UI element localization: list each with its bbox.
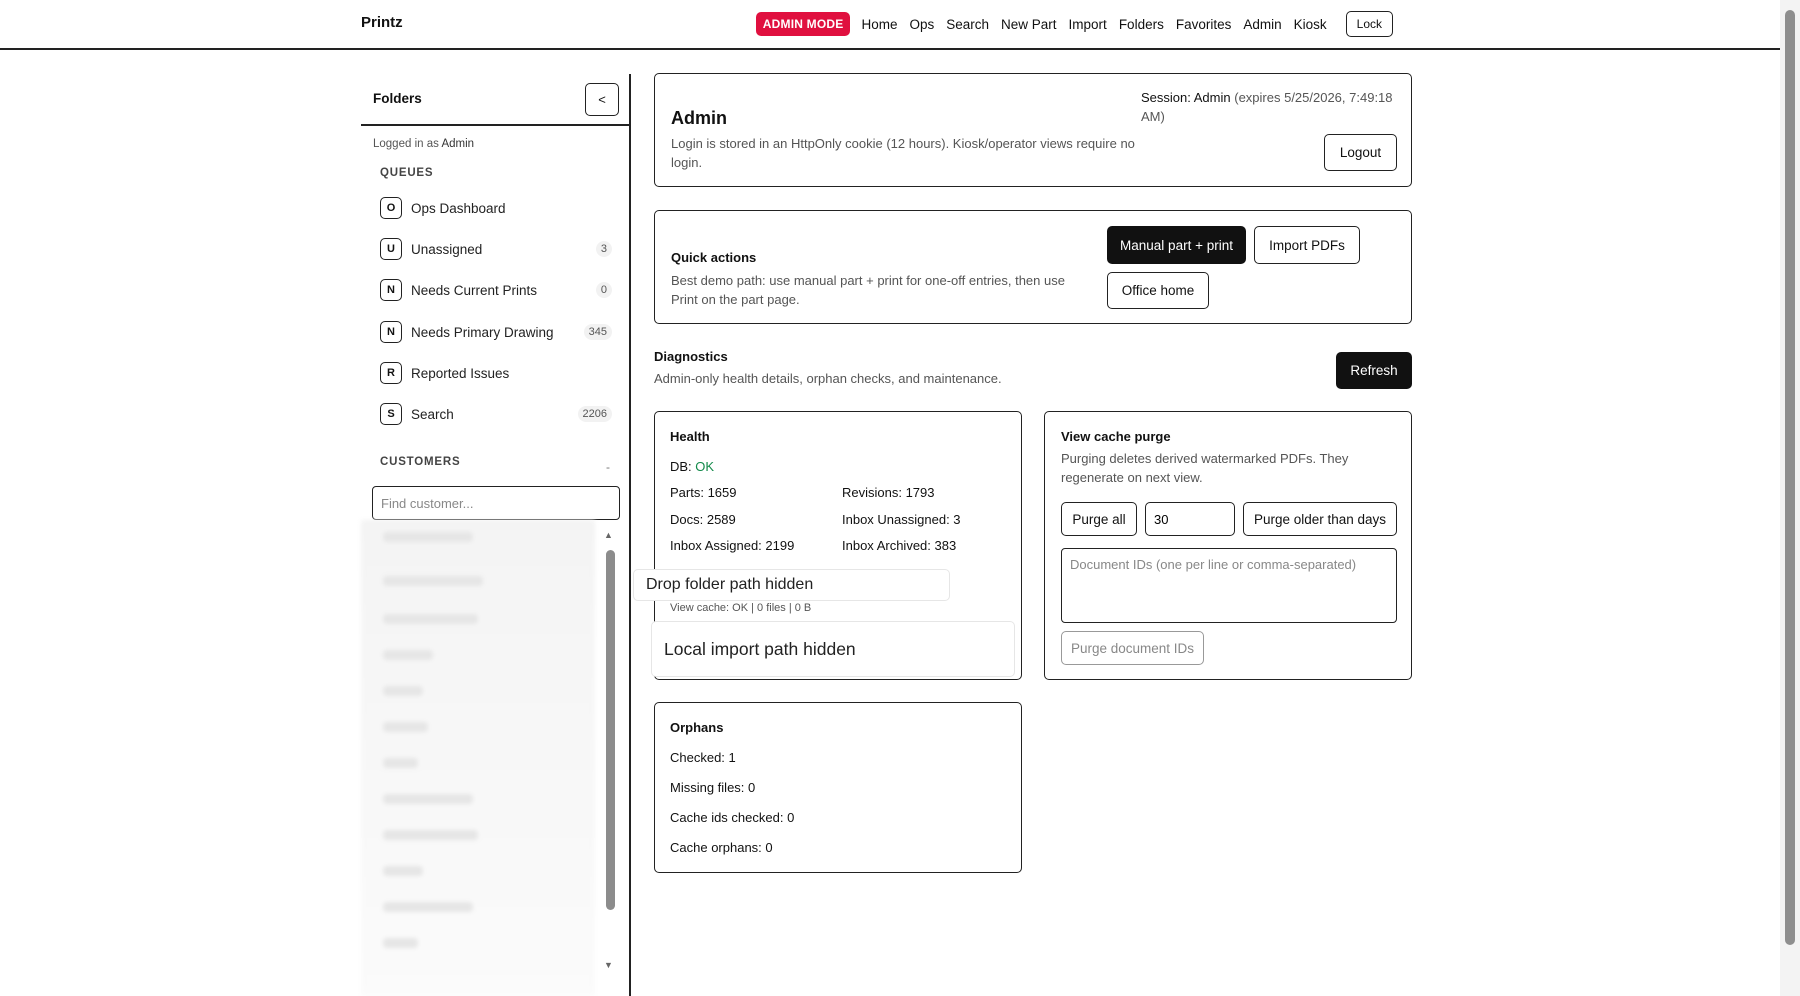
db-status: OK [695, 459, 715, 474]
orphans-title: Orphans [670, 720, 724, 735]
purge-all-button[interactable]: Purge all [1061, 502, 1137, 536]
import-pdfs-button[interactable]: Import PDFs [1254, 226, 1360, 264]
nav-search[interactable]: Search [946, 17, 989, 32]
customer-list-blurred [361, 520, 595, 996]
queue-letter-icon: R [380, 362, 402, 384]
collapse-sidebar-button[interactable]: < [585, 83, 619, 116]
nav-admin[interactable]: Admin [1243, 17, 1281, 32]
nav-kiosk[interactable]: Kiosk [1294, 17, 1327, 32]
view-cache-purge-description: Purging deletes derived watermarked PDFs… [1061, 451, 1349, 485]
queue-label: Reported Issues [411, 365, 510, 381]
customer-list-scroll-thumb[interactable] [606, 550, 615, 910]
nav-new-part[interactable]: New Part [1001, 17, 1057, 32]
customer-list-scrollbar[interactable]: ▲ ▼ [604, 530, 615, 972]
queue-letter-icon: O [380, 197, 402, 219]
customers-collapse-toggle[interactable]: - [606, 460, 610, 474]
inbox-unassigned-count: Inbox Unassigned: 3 [842, 512, 961, 527]
orphans-card: Orphans Checked: 1 Missing files: 0 Cach… [654, 702, 1022, 873]
queue-letter-icon: U [380, 238, 402, 260]
local-import-path-hidden: Local import path hidden [651, 621, 1015, 677]
queue-search[interactable]: S Search 2206 [380, 401, 612, 427]
admin-description: Login is stored in an HttpOnly cookie (1… [671, 136, 1135, 170]
admin-title: Admin [671, 108, 727, 128]
document-ids-textarea[interactable] [1061, 548, 1397, 623]
logout-button[interactable]: Logout [1324, 134, 1397, 171]
brand-logo[interactable]: Printz [361, 14, 403, 31]
session-label: Session: Admin [1141, 90, 1231, 105]
manual-part-print-button[interactable]: Manual part + print [1107, 226, 1246, 264]
db-label: DB: [670, 459, 692, 474]
folders-sidebar: Folders < Logged in as Admin QUEUES O Op… [361, 74, 631, 996]
docs-count: Docs: 2589 [670, 512, 736, 527]
office-home-button[interactable]: Office home [1107, 272, 1209, 309]
nav-import[interactable]: Import [1069, 17, 1107, 32]
admin-mode-badge: ADMIN MODE [755, 12, 851, 36]
top-nav-bar: Printz ADMIN MODE Home Ops Search New Pa… [0, 0, 1780, 50]
queue-count-badge: 2206 [577, 406, 612, 422]
nav-home[interactable]: Home [861, 17, 897, 32]
queue-label: Search [411, 406, 454, 422]
queue-needs-primary-drawing[interactable]: N Needs Primary Drawing 345 [380, 319, 612, 345]
queue-label: Needs Current Prints [411, 282, 538, 298]
main-nav: ADMIN MODE Home Ops Search New Part Impo… [755, 11, 1393, 37]
queues-section-label: QUEUES [380, 167, 434, 179]
queue-reported-issues[interactable]: R Reported Issues [380, 360, 612, 386]
view-cache-purge-title: View cache purge [1061, 429, 1171, 444]
orphans-cache-ids-checked: Cache ids checked: 0 [670, 810, 795, 825]
refresh-button[interactable]: Refresh [1336, 352, 1412, 389]
orphans-cache-orphans: Cache orphans: 0 [670, 840, 773, 855]
revisions-count: Revisions: 1793 [842, 485, 935, 500]
queue-count-badge: 3 [595, 241, 612, 257]
nav-ops[interactable]: Ops [909, 17, 934, 32]
orphans-checked: Checked: 1 [670, 750, 736, 765]
inbox-archived-count: Inbox Archived: 383 [842, 538, 957, 553]
queue-label: Unassigned [411, 241, 483, 257]
queue-needs-current-prints[interactable]: N Needs Current Prints 0 [380, 277, 612, 303]
logged-in-user: Admin [441, 138, 475, 150]
drop-folder-path-hidden: Drop folder path hidden [633, 569, 950, 601]
db-status-row: DB: OK [670, 457, 714, 476]
diagnostics-title: Diagnostics [654, 349, 728, 364]
quick-actions-description: Best demo path: use manual part + print … [671, 273, 1065, 307]
quick-actions-card: Quick actions Best demo path: use manual… [654, 210, 1412, 324]
customers-section-label: CUSTOMERS [380, 456, 461, 468]
page-scrollbar-thumb[interactable] [1785, 10, 1795, 945]
parts-count: Parts: 1659 [670, 485, 737, 500]
nav-favorites[interactable]: Favorites [1176, 17, 1232, 32]
purge-older-than-days-button[interactable]: Purge older than days [1243, 502, 1397, 536]
logged-in-text: Logged in as Admin [373, 138, 474, 150]
scroll-down-arrow-icon[interactable]: ▼ [604, 960, 613, 970]
page-scrollbar[interactable] [1780, 0, 1800, 996]
quick-actions-title: Quick actions [671, 250, 757, 265]
nav-folders[interactable]: Folders [1119, 17, 1164, 32]
queue-unassigned[interactable]: U Unassigned 3 [380, 236, 612, 262]
admin-card: Admin Login is stored in an HttpOnly coo… [654, 73, 1412, 187]
logged-in-prefix: Logged in as [373, 138, 439, 150]
queue-letter-icon: N [380, 279, 402, 301]
queue-label: Needs Primary Drawing [411, 324, 554, 340]
sidebar-header: Folders < [361, 74, 631, 126]
queue-count-badge: 345 [583, 324, 612, 340]
diagnostics-description: Admin-only health details, orphan checks… [654, 371, 1002, 386]
queue-letter-icon: S [380, 403, 402, 425]
session-info: Session: Admin (expires 5/25/2026, 7:49:… [1141, 88, 1401, 126]
view-cache-status: View cache: OK | 0 files | 0 B [670, 602, 812, 614]
health-title: Health [670, 429, 710, 444]
find-customer-input[interactable] [372, 486, 620, 520]
queue-letter-icon: N [380, 321, 402, 343]
queue-count-badge: 0 [595, 282, 612, 298]
queue-label: Ops Dashboard [411, 200, 506, 216]
sidebar-title: Folders [373, 91, 422, 106]
inbox-assigned-count: Inbox Assigned: 2199 [670, 538, 795, 553]
purge-document-ids-button[interactable]: Purge document IDs [1061, 631, 1204, 665]
view-cache-purge-card: View cache purge Purging deletes derived… [1044, 411, 1412, 680]
purge-days-input[interactable] [1145, 502, 1235, 536]
lock-button[interactable]: Lock [1345, 11, 1393, 37]
scroll-up-arrow-icon[interactable]: ▲ [604, 530, 613, 540]
queue-ops-dashboard[interactable]: O Ops Dashboard [380, 195, 612, 221]
orphans-missing-files: Missing files: 0 [670, 780, 756, 795]
